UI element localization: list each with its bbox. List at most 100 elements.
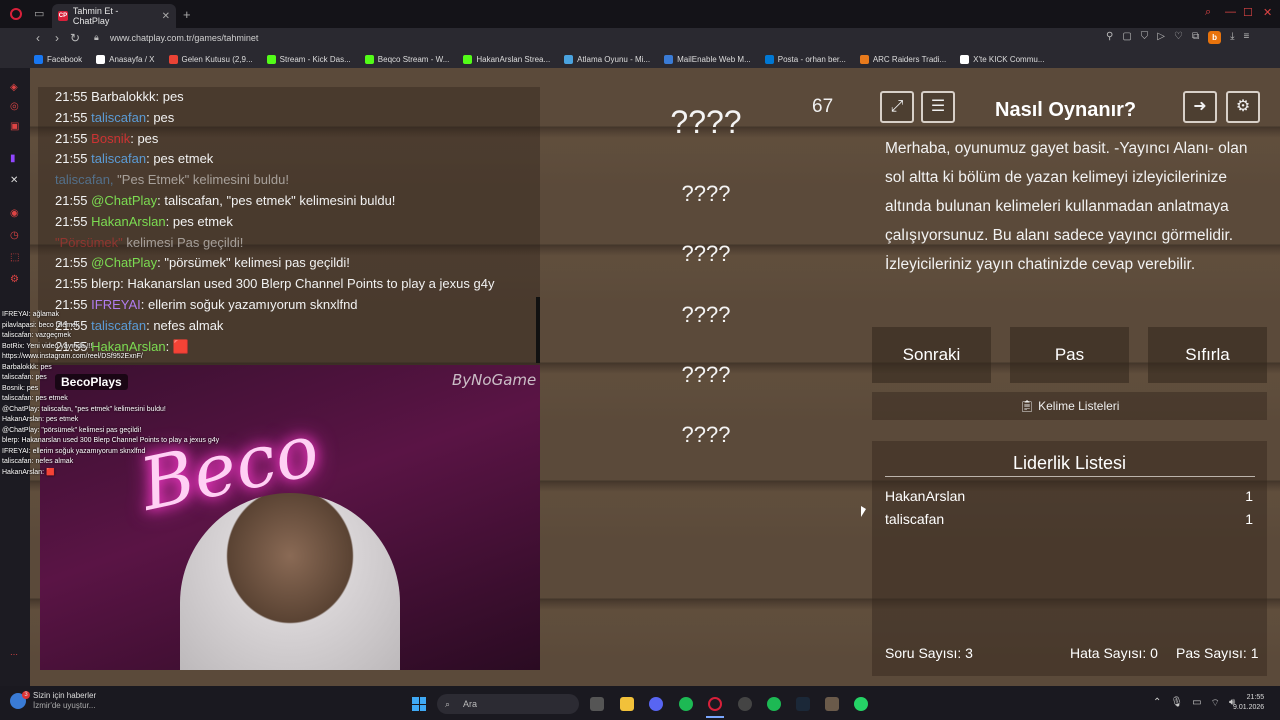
player-score: 1 bbox=[1245, 488, 1253, 504]
chat-scrollbar[interactable] bbox=[536, 297, 540, 363]
forward-icon[interactable]: › bbox=[55, 31, 59, 45]
url-field[interactable]: www.chatplay.com.tr/games/tahminet bbox=[110, 33, 258, 43]
app-icon[interactable] bbox=[825, 697, 839, 711]
tray-expand-icon[interactable]: ⌃ bbox=[1153, 697, 1161, 710]
chat-username[interactable]: "Pörsümek" bbox=[55, 235, 123, 250]
x-icon bbox=[960, 54, 970, 64]
extensions-icon[interactable]: ⧉ bbox=[1192, 31, 1199, 44]
opera-logo-icon[interactable] bbox=[10, 8, 22, 20]
bookmark-item[interactable]: Atlama Oyunu - Mi... bbox=[564, 54, 650, 64]
chatplay-favicon-icon: CP bbox=[58, 11, 68, 21]
chat-username[interactable]: taliscafan bbox=[91, 151, 146, 166]
chat-username[interactable]: @ChatPlay bbox=[91, 255, 157, 270]
spotify-icon[interactable] bbox=[679, 697, 693, 711]
shield-icon[interactable]: ⛉ bbox=[1141, 31, 1149, 44]
tab-menu-icon[interactable]: ▭ bbox=[34, 7, 44, 20]
address-bar-tools: ⚲ ▢ ⛉ ▷ ♡ ⧉ b ⤓ ≡ bbox=[1106, 31, 1249, 44]
bookmark-item[interactable]: X'te KICK Commu... bbox=[960, 54, 1045, 64]
sidebar-messenger-icon[interactable]: ◎ bbox=[10, 101, 19, 112]
pass-button[interactable]: Pas bbox=[1010, 327, 1129, 383]
chat-username[interactable]: taliscafan bbox=[91, 110, 146, 125]
settings-gear-icon[interactable]: ⚙ bbox=[1226, 91, 1260, 123]
chat-text: pes etmek bbox=[172, 213, 233, 229]
bookmark-item[interactable]: Stream - Kick Das... bbox=[266, 54, 351, 64]
spotify-2-icon[interactable] bbox=[767, 697, 781, 711]
mouse-cursor bbox=[861, 506, 866, 517]
task-view-icon[interactable] bbox=[590, 697, 604, 711]
profile-avatar[interactable]: b bbox=[1208, 31, 1222, 44]
whatsapp-icon[interactable] bbox=[854, 697, 868, 711]
sidebar-more-icon[interactable]: ⋯ bbox=[10, 650, 18, 659]
x-icon bbox=[96, 54, 106, 64]
search-tabs-icon[interactable]: ⌕ bbox=[1205, 6, 1211, 19]
menu-icon[interactable]: ≡ bbox=[1244, 31, 1250, 44]
taskbar-search[interactable]: ⌕ Ara bbox=[437, 694, 579, 714]
windows-start-icon[interactable] bbox=[412, 697, 426, 711]
chat-username[interactable]: @ChatPlay bbox=[91, 193, 157, 208]
next-button[interactable]: Sonraki bbox=[872, 327, 991, 383]
overlay-chat-line: pilavlapasi: beco izlemek bbox=[2, 321, 80, 329]
chat-time: 21:55 bbox=[55, 213, 88, 229]
player-name: taliscafan bbox=[885, 511, 945, 527]
close-window-icon[interactable]: ✕ bbox=[1263, 6, 1272, 19]
taskbar-clock[interactable]: 21:55 9.01.2026 bbox=[1233, 693, 1264, 713]
bookmark-item[interactable]: Facebook bbox=[34, 54, 82, 64]
bookmarks-bar: Facebook Anasayfa / X Gelen Kutusu (2,9...… bbox=[0, 50, 1280, 68]
stream-overlay-chat: IFREYAI: ağlamak pilavlapasi: beco izleme… bbox=[2, 310, 272, 478]
discord-icon[interactable] bbox=[649, 697, 663, 711]
chat-text: pes bbox=[137, 130, 159, 146]
wifi-icon[interactable]: ⌔ bbox=[1211, 697, 1220, 710]
bookmark-item[interactable]: Posta - orhan ber... bbox=[764, 54, 846, 64]
back-icon[interactable]: ‹ bbox=[36, 31, 40, 45]
browser-tab-bar bbox=[0, 0, 1280, 28]
obs-icon[interactable] bbox=[738, 697, 752, 711]
news-widget[interactable]: 3 Sizin için haberler İzmir'de uyuştur..… bbox=[10, 691, 96, 711]
sidebar-twitch-icon[interactable]: ▮ bbox=[10, 153, 16, 164]
display-icon[interactable]: ▭ bbox=[1192, 697, 1201, 710]
microphone-icon[interactable]: 🎙︎ bbox=[1170, 697, 1183, 710]
pin-icon[interactable]: ⚲ bbox=[1106, 31, 1113, 44]
bookmark-item[interactable]: MailEnable Web M... bbox=[664, 54, 751, 64]
word-lists-button[interactable]: 📋︎ Kelime Listeleri bbox=[872, 392, 1267, 420]
reset-button[interactable]: Sıfırla bbox=[1148, 327, 1267, 383]
document-icon[interactable]: ☰ bbox=[921, 91, 955, 123]
player-score: 1 bbox=[1245, 511, 1253, 527]
download-icon[interactable]: ⤓ bbox=[1230, 31, 1234, 44]
player-name: HakanArslan bbox=[885, 488, 966, 504]
capture-icon[interactable]: ▢ bbox=[1122, 31, 1131, 44]
lock-icon: 🔒︎ bbox=[94, 32, 99, 42]
bookmark-item[interactable]: HakanArslan Strea... bbox=[463, 54, 550, 64]
play-icon[interactable]: ▷ bbox=[1157, 31, 1165, 44]
steam-icon[interactable] bbox=[796, 697, 810, 711]
sidebar-aria-icon[interactable]: ◈ bbox=[10, 82, 18, 93]
file-explorer-icon[interactable] bbox=[620, 697, 634, 711]
bookmark-item[interactable]: ARC Raiders Tradi... bbox=[859, 54, 946, 64]
maximize-icon[interactable]: ☐ bbox=[1243, 6, 1253, 19]
reload-icon[interactable]: ↻ bbox=[70, 31, 80, 45]
chat-username[interactable]: HakanArslan bbox=[91, 214, 165, 229]
fullscreen-icon[interactable]: ⤢ bbox=[880, 91, 914, 123]
close-tab-icon[interactable]: ✕ bbox=[162, 11, 170, 22]
bookmark-item[interactable]: Anasayfa / X bbox=[96, 54, 155, 64]
overlay-chat-line: @ChatPlay: taliscafan, "pes etmek" kelim… bbox=[2, 405, 166, 413]
chat-message: 21:55 blerp: Hakanarslan used 300 Blerp … bbox=[55, 276, 495, 292]
opera-taskbar-icon[interactable] bbox=[708, 697, 722, 711]
tab-chatplay[interactable]: CP Tahmin Et - ChatPlay ✕ bbox=[52, 4, 176, 28]
chat-username[interactable]: Barbalokkk bbox=[91, 89, 155, 104]
exit-icon[interactable]: ➜ bbox=[1183, 91, 1217, 123]
chat-username[interactable]: taliscafan, bbox=[55, 172, 114, 187]
chat-username[interactable]: Bosnik bbox=[91, 131, 130, 146]
chat-message: 21:55 taliscafan: pes bbox=[55, 109, 175, 125]
minimize-icon[interactable]: — bbox=[1225, 6, 1236, 18]
heart-icon[interactable]: ♡ bbox=[1174, 31, 1183, 44]
sidebar-instagram-icon[interactable]: ▣ bbox=[10, 121, 19, 132]
new-tab-button[interactable]: + bbox=[183, 7, 191, 22]
bookmark-item[interactable]: Beqco Stream - W... bbox=[364, 54, 449, 64]
sidebar-settings-icon[interactable]: ⚙ bbox=[10, 274, 19, 285]
bookmark-item[interactable]: Gelen Kutusu (2,9... bbox=[168, 54, 253, 64]
sidebar-box-icon[interactable]: ⬚ bbox=[10, 252, 19, 263]
sidebar-player-icon[interactable]: ◉ bbox=[10, 208, 19, 219]
sidebar-x-icon[interactable]: ✕ bbox=[10, 175, 18, 186]
chat-username[interactable]: blerp bbox=[91, 276, 120, 291]
sidebar-history-icon[interactable]: ◷ bbox=[10, 230, 19, 241]
